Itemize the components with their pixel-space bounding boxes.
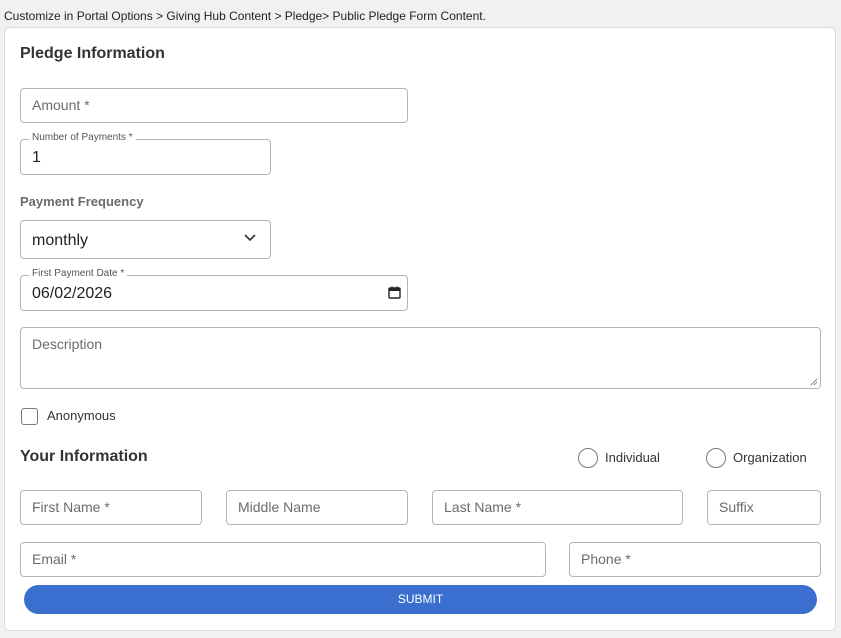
your-information-title: Your Information <box>20 448 148 465</box>
resize-handle-icon[interactable] <box>810 378 818 386</box>
pledge-form-card: Pledge Information Amount * Number of Pa… <box>4 27 836 631</box>
last-name-input[interactable]: Last Name * <box>432 490 683 525</box>
last-name-placeholder: Last Name * <box>444 499 522 515</box>
organization-radio[interactable] <box>706 448 726 468</box>
number-of-payments-input[interactable]: Number of Payments * 1 <box>20 132 271 175</box>
description-placeholder: Description <box>32 336 103 352</box>
first-payment-date-label: First Payment Date * <box>29 268 128 279</box>
description-textarea[interactable]: Description <box>20 327 821 389</box>
phone-placeholder: Phone * <box>581 551 631 567</box>
amount-input[interactable]: Amount * <box>20 88 408 123</box>
individual-label: Individual <box>605 450 660 465</box>
anonymous-label: Anonymous <box>47 408 116 423</box>
pledge-section-title: Pledge Information <box>20 45 165 62</box>
payment-frequency-select[interactable]: monthly <box>20 220 271 259</box>
organization-label: Organization <box>733 450 807 465</box>
amount-placeholder: Amount * <box>32 97 90 113</box>
breadcrumb: Customize in Portal Options > Giving Hub… <box>4 9 486 23</box>
email-placeholder: Email * <box>32 551 77 567</box>
first-name-placeholder: First Name * <box>32 499 110 515</box>
suffix-input[interactable]: Suffix <box>707 490 821 525</box>
first-payment-date-input[interactable]: First Payment Date * 06/02/2026 <box>20 268 408 311</box>
number-of-payments-value: 1 <box>32 149 41 166</box>
suffix-placeholder: Suffix <box>719 499 754 515</box>
first-name-input[interactable]: First Name * <box>20 490 202 525</box>
email-input[interactable]: Email * <box>20 542 546 577</box>
anonymous-checkbox[interactable] <box>21 408 38 425</box>
middle-name-input[interactable]: Middle Name <box>226 490 408 525</box>
calendar-icon[interactable] <box>388 286 401 299</box>
phone-input[interactable]: Phone * <box>569 542 821 577</box>
chevron-down-icon <box>244 234 256 242</box>
payment-frequency-label: Payment Frequency <box>20 194 144 209</box>
payment-frequency-value: monthly <box>32 232 89 249</box>
first-payment-date-value: 06/02/2026 <box>32 285 113 302</box>
individual-radio[interactable] <box>578 448 598 468</box>
submit-button[interactable]: SUBMIT <box>24 585 817 614</box>
middle-name-placeholder: Middle Name <box>238 499 321 515</box>
number-of-payments-label: Number of Payments * <box>29 132 136 143</box>
